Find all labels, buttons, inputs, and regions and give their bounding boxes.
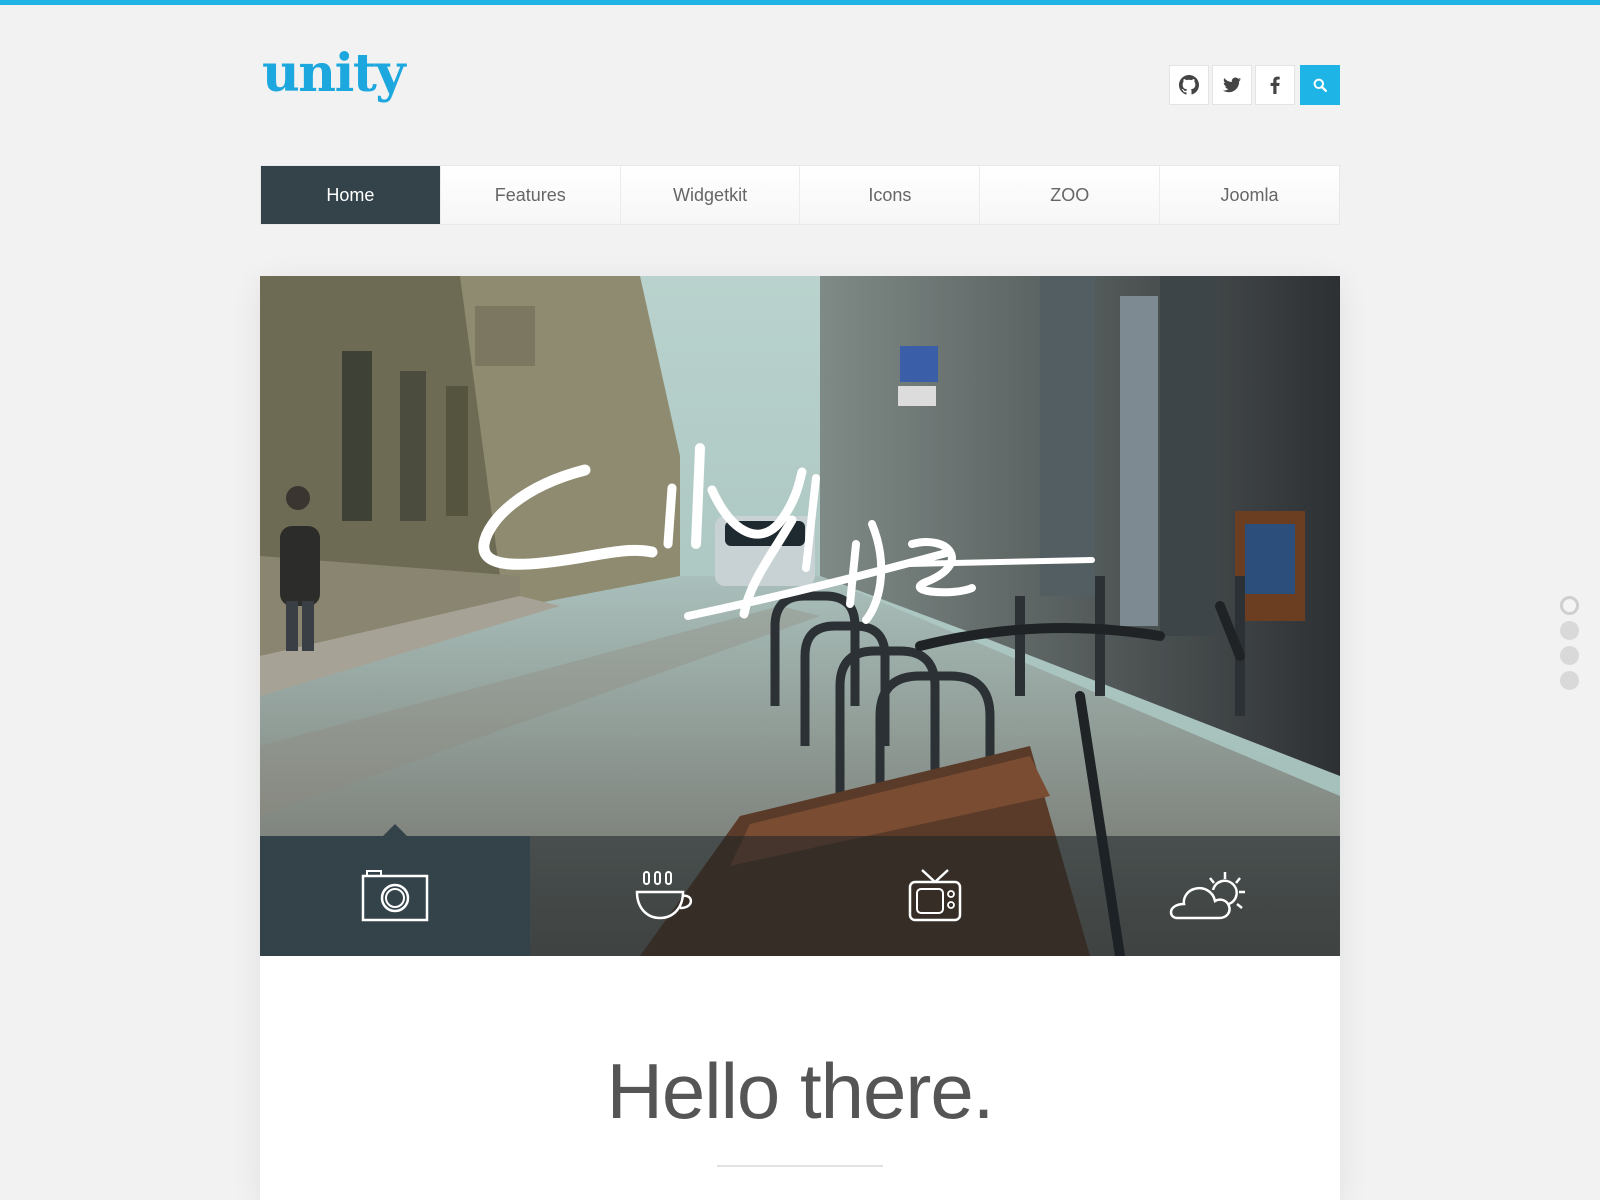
- main-navigation: Home Features Widgetkit Icons ZOO Joomla: [260, 165, 1340, 225]
- slide-dot-3[interactable]: [1560, 646, 1579, 665]
- github-icon: [1179, 75, 1199, 95]
- slide-dot-1[interactable]: [1560, 596, 1579, 615]
- slide-tab-camera[interactable]: [260, 824, 530, 956]
- slide-tab-weather[interactable]: [1070, 836, 1340, 956]
- weather-icon: [1169, 872, 1245, 920]
- nav-item-home[interactable]: Home: [261, 166, 441, 224]
- coffee-cup-icon: [635, 871, 693, 920]
- site-logo[interactable]: unity: [262, 48, 406, 100]
- search-button[interactable]: [1300, 65, 1340, 105]
- nav-item-widgetkit[interactable]: Widgetkit: [620, 166, 801, 224]
- nav-item-icons[interactable]: Icons: [800, 166, 981, 224]
- slide-dot-4[interactable]: [1560, 671, 1579, 690]
- top-accent-bar: [0, 0, 1600, 5]
- twitter-button[interactable]: [1212, 65, 1252, 105]
- twitter-icon: [1223, 77, 1241, 93]
- slide-tab-coffee[interactable]: [530, 836, 800, 956]
- github-button[interactable]: [1169, 65, 1209, 105]
- heading-divider: [717, 1165, 883, 1167]
- nav-item-features[interactable]: Features: [440, 166, 621, 224]
- slide-tab-tv[interactable]: [800, 836, 1070, 956]
- content-card: Hello there.: [260, 276, 1340, 1200]
- nav-item-joomla[interactable]: Joomla: [1160, 166, 1339, 224]
- search-icon: [1313, 78, 1327, 92]
- hero-slideshow: [260, 276, 1340, 956]
- social-buttons: [1169, 65, 1340, 105]
- tv-icon: [908, 869, 962, 922]
- camera-icon: [361, 870, 429, 922]
- facebook-button[interactable]: [1255, 65, 1295, 105]
- facebook-icon: [1270, 76, 1280, 94]
- slideshow-dots: [1560, 596, 1579, 690]
- page-heading: Hello there.: [606, 1047, 995, 1135]
- slide-dot-2[interactable]: [1560, 621, 1579, 640]
- nav-item-zoo[interactable]: ZOO: [980, 166, 1161, 224]
- slideshow-tabs: [260, 824, 1340, 956]
